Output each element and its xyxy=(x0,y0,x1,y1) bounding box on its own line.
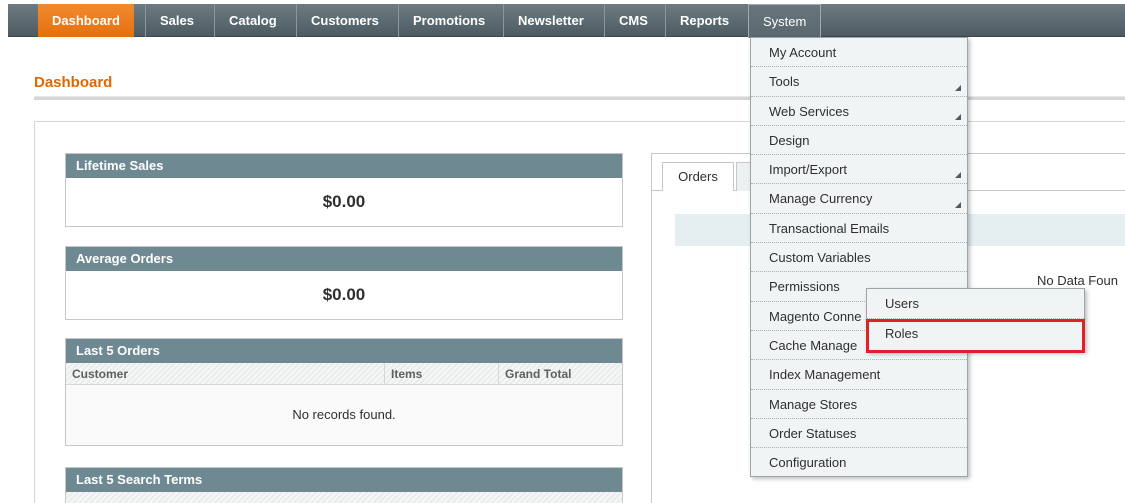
submenu-arrow-icon xyxy=(955,84,961,91)
menu-item-label: Manage Currency xyxy=(769,191,873,207)
lifetime-sales-box: Lifetime Sales $0.00 xyxy=(65,153,623,227)
menu-item-index-management[interactable]: Index Management xyxy=(751,360,967,390)
permissions-submenu: Users Roles xyxy=(866,288,1085,352)
nav-customers[interactable]: Customers xyxy=(296,4,393,37)
system-dropdown-menu: My Account Tools Web Services Design Imp… xyxy=(750,37,968,477)
menu-item-tools[interactable]: Tools xyxy=(751,67,967,97)
submenu-arrow-icon xyxy=(955,113,961,120)
menu-item-label: Design xyxy=(769,132,810,148)
nav-reports[interactable]: Reports xyxy=(665,4,743,37)
last-orders-grid-header: Customer Items Grand Total xyxy=(66,363,622,385)
menu-item-web-services[interactable]: Web Services xyxy=(751,97,967,126)
lifetime-sales-header: Lifetime Sales xyxy=(66,154,622,178)
menu-item-label: Magento Conne xyxy=(769,308,862,324)
nav-dashboard[interactable]: Dashboard xyxy=(38,4,134,37)
menu-item-manage-currency[interactable]: Manage Currency xyxy=(751,184,967,214)
menu-item-my-account[interactable]: My Account xyxy=(751,38,967,68)
menu-item-label: My Account xyxy=(769,45,837,60)
menu-item-custom-variables[interactable]: Custom Variables xyxy=(751,243,967,273)
top-navigation: Dashboard Sales Catalog Customers Promot… xyxy=(0,0,1125,38)
menu-item-order-statuses[interactable]: Order Statuses xyxy=(751,419,967,449)
column-customer[interactable]: Customer xyxy=(66,363,384,385)
menu-item-label: Permissions xyxy=(769,279,840,295)
menu-item-label: Import/Export xyxy=(769,162,848,178)
nav-cms[interactable]: CMS xyxy=(604,4,662,37)
nav-promotions[interactable]: Promotions xyxy=(398,4,499,37)
nav-catalog[interactable]: Catalog xyxy=(214,4,291,37)
average-orders-box: Average Orders $0.00 xyxy=(65,246,623,320)
menu-item-label: Transactional Emails xyxy=(769,220,890,236)
tab-orders[interactable]: Orders xyxy=(662,162,734,191)
page-title: Dashboard xyxy=(34,74,113,91)
last-search-terms-header: Last 5 Search Terms xyxy=(66,468,622,492)
submenu-item-roles[interactable]: Roles xyxy=(867,319,1084,349)
average-orders-header: Average Orders xyxy=(66,247,622,271)
menu-item-label: Order Statuses xyxy=(769,425,857,441)
menu-item-design[interactable]: Design xyxy=(751,126,967,156)
menu-item-configuration[interactable]: Configuration xyxy=(751,448,967,477)
menu-item-label: Configuration xyxy=(769,455,847,471)
nav-system[interactable]: System xyxy=(748,4,822,38)
menu-item-label: Manage Stores xyxy=(769,396,858,412)
submenu-arrow-icon xyxy=(955,172,961,179)
menu-item-label: Cache Manage xyxy=(769,337,858,353)
last-orders-header: Last 5 Orders xyxy=(66,339,622,363)
menu-item-manage-stores[interactable]: Manage Stores xyxy=(751,390,967,419)
submenu-arrow-icon xyxy=(955,201,961,208)
last-search-terms-grid-header xyxy=(66,492,622,503)
menu-item-import-export[interactable]: Import/Export xyxy=(751,155,967,185)
last-search-terms-box: Last 5 Search Terms xyxy=(65,467,623,503)
no-data-message: No Data Foun xyxy=(1037,273,1118,288)
menu-item-label: Web Services xyxy=(769,103,849,119)
menu-item-label: Tools xyxy=(769,74,800,90)
lifetime-sales-value: $0.00 xyxy=(322,192,366,211)
submenu-item-users[interactable]: Users xyxy=(867,289,1084,319)
average-orders-value: $0.00 xyxy=(322,285,366,304)
nav-sales[interactable]: Sales xyxy=(145,4,208,37)
nav-newsletter[interactable]: Newsletter xyxy=(503,4,598,37)
last-orders-box: Last 5 Orders Customer Items Grand Total… xyxy=(65,338,623,446)
menu-item-label: Custom Variables xyxy=(769,250,871,266)
menu-item-label: Index Management xyxy=(769,367,881,383)
menu-item-transactional-emails[interactable]: Transactional Emails xyxy=(751,214,967,244)
column-items[interactable]: Items xyxy=(384,363,498,385)
last-orders-empty: No records found. xyxy=(66,385,622,445)
column-grand-total[interactable]: Grand Total xyxy=(498,363,624,385)
